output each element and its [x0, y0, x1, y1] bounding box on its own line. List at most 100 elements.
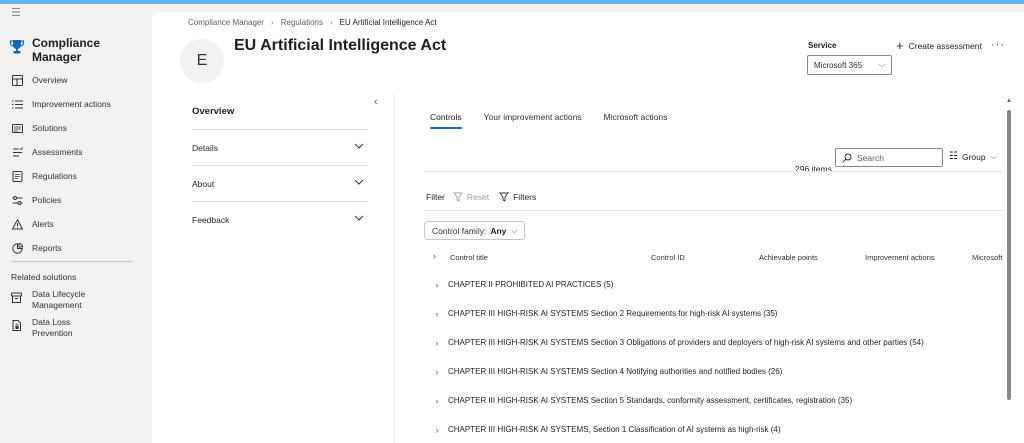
create-assessment-label: Create assessment	[908, 41, 982, 51]
nav-item-label: Regulations	[32, 171, 77, 181]
nav-item-label: Policies	[32, 195, 62, 205]
collapse-panel-chevron-left-icon[interactable]: ‹	[374, 96, 378, 108]
nav-list: Overview Improvement actions Solutions Asse…	[0, 68, 150, 260]
filters-label: Filters	[513, 192, 537, 202]
expand-row-chevron-icon[interactable]: ›	[426, 425, 448, 435]
control-family-label: Control family:	[432, 225, 487, 236]
row-control-family-title: CHAPTER III HIGH-RISK AI SYSTEMS Section…	[448, 309, 778, 318]
column-control-id[interactable]: Control ID	[651, 253, 685, 262]
table-row[interactable]: › CHAPTER II PROHIBITED AI PRACTICES (5)	[424, 270, 1004, 299]
details-overview-label: Overview	[192, 106, 235, 117]
filter-label: Filter	[426, 192, 445, 202]
more-options-button[interactable]: ···	[991, 39, 1005, 51]
group-list-icon: ☷	[949, 151, 958, 162]
column-microsoft[interactable]: Microsoft	[972, 253, 1002, 262]
related-solutions-heading: Related solutions	[11, 272, 77, 282]
trophy-icon	[9, 40, 25, 54]
filter-divider	[424, 210, 1004, 211]
regulation-avatar: E	[180, 39, 224, 83]
row-control-family-title: CHAPTER III HIGH-RISK AI SYSTEMS Section…	[448, 396, 853, 405]
details-section-about[interactable]: About	[192, 166, 368, 202]
nav-item-reports[interactable]: Reports	[0, 236, 150, 260]
feedback-section-label: Feedback	[192, 215, 230, 225]
row-control-family-title: CHAPTER III HIGH-RISK AI SYSTEMS Section…	[448, 367, 783, 376]
create-assessment-button[interactable]: + Create assessment	[896, 38, 982, 53]
search-box[interactable]: Search	[835, 148, 943, 167]
nav-item-label: Assessments	[32, 147, 83, 157]
filters-button[interactable]: Filters	[499, 192, 536, 202]
control-family-filter-pill[interactable]: Control family: Any ⌵	[424, 221, 526, 240]
breadcrumb: Compliance Manager › Regulations › EU Ar…	[188, 18, 437, 27]
nav-item-improvement-actions[interactable]: Improvement actions	[0, 92, 150, 116]
assessments-icon	[11, 146, 23, 158]
table-row[interactable]: › CHAPTER III HIGH-RISK AI SYSTEMS Sectio…	[424, 386, 1004, 415]
table-row[interactable]: › CHAPTER III HIGH-RISK AI SYSTEMS Sectio…	[424, 299, 1004, 328]
details-section-feedback[interactable]: Feedback	[192, 202, 368, 238]
regulations-icon	[11, 170, 23, 182]
reset-filters-button[interactable]: Reset	[452, 192, 490, 202]
table-row[interactable]: › CHAPTER III HIGH-RISK AI SYSTEMS Sectio…	[424, 357, 1004, 386]
filter-bar: Filter Reset Filters	[426, 192, 536, 202]
overview-icon	[11, 74, 23, 86]
tab-microsoft-actions[interactable]: Microsoft actions	[604, 112, 668, 129]
control-family-value: Any	[490, 225, 507, 236]
toolbar-divider	[424, 171, 1004, 172]
table-header: › Control title Control ID Achievable po…	[424, 247, 1004, 267]
details-overview[interactable]: Overview	[192, 94, 368, 130]
filter-reset-icon	[452, 192, 463, 202]
nav-item-policies[interactable]: Policies	[0, 188, 150, 212]
expand-row-chevron-icon[interactable]: ›	[426, 367, 448, 377]
row-control-family-title: CHAPTER III HIGH-RISK AI SYSTEMS, Sectio…	[448, 425, 781, 434]
breadcrumb-regulations[interactable]: Regulations	[281, 18, 323, 27]
search-placeholder: Search	[857, 152, 884, 163]
vertical-scrollbar[interactable]: ▲	[1006, 98, 1012, 443]
tab-controls[interactable]: Controls	[430, 112, 462, 129]
nav-item-label: Reports	[32, 243, 62, 253]
column-control-title[interactable]: Control title	[450, 253, 488, 262]
nav-item-regulations[interactable]: Regulations	[0, 164, 150, 188]
expand-row-chevron-icon[interactable]: ›	[426, 309, 448, 319]
group-button[interactable]: ☷ Group ⌵	[949, 151, 997, 162]
app-brand[interactable]: Compliance Manager	[9, 36, 122, 64]
details-section-details[interactable]: Details	[192, 130, 368, 166]
related-item-data-lifecycle-management[interactable]: Data Lifecycle Management	[0, 289, 150, 311]
table-row[interactable]: › CHAPTER III HIGH-RISK AI SYSTEMS, Secti…	[424, 415, 1004, 443]
column-achievable-points[interactable]: Achievable points	[759, 253, 818, 262]
breadcrumb-current: EU Artificial Intelligence Act	[339, 18, 437, 27]
expand-row-chevron-icon[interactable]: ›	[426, 280, 448, 290]
nav-item-assessments[interactable]: Assessments	[0, 140, 150, 164]
alert-icon	[11, 218, 23, 230]
table-row[interactable]: › CHAPTER III HIGH-RISK AI SYSTEMS Sectio…	[424, 328, 1004, 357]
reset-label: Reset	[466, 192, 490, 202]
tab-your-improvement-actions[interactable]: Your improvement actions	[484, 112, 582, 129]
nav-item-alerts[interactable]: Alerts	[0, 212, 150, 236]
hamburger-menu-icon[interactable]: ☰	[11, 8, 23, 19]
expand-all-chevron-icon[interactable]: ›	[433, 251, 436, 261]
solutions-icon	[11, 122, 23, 134]
tab-bar: Controls Your improvement actions Micros…	[430, 112, 689, 129]
details-panel: Overview Details About Feedback	[192, 94, 368, 238]
search-icon	[842, 153, 852, 162]
related-item-data-loss-prevention[interactable]: Data Loss Prevention	[0, 317, 150, 339]
left-navigation: ☰ Compliance Manager Overview Improvement…	[0, 4, 150, 443]
expand-row-chevron-icon[interactable]: ›	[426, 396, 448, 406]
breadcrumb-compliance-manager[interactable]: Compliance Manager	[188, 18, 264, 27]
scrollbar-thumb[interactable]	[1007, 110, 1011, 400]
service-dropdown[interactable]: Microsoft 365 ⌵	[807, 55, 892, 75]
nav-item-solutions[interactable]: Solutions	[0, 116, 150, 140]
group-label: Group	[961, 151, 986, 162]
nav-item-label: Improvement actions	[32, 99, 111, 109]
chevron-down-icon	[354, 215, 364, 221]
nav-divider	[11, 261, 133, 262]
related-item-label: Data Loss Prevention	[32, 317, 73, 338]
expand-row-chevron-icon[interactable]: ›	[426, 338, 448, 348]
related-item-label: Data Lifecycle Management	[32, 289, 86, 310]
service-selected-value: Microsoft 365	[814, 60, 863, 70]
plus-icon: +	[896, 38, 904, 53]
scroll-up-arrow-icon[interactable]: ▲	[1006, 98, 1012, 104]
nav-item-overview[interactable]: Overview	[0, 68, 150, 92]
about-section-label: About	[192, 178, 215, 189]
app-title: Compliance Manager	[32, 36, 101, 64]
column-improvement-actions[interactable]: Improvement actions	[865, 253, 935, 262]
list-icon	[11, 98, 23, 110]
